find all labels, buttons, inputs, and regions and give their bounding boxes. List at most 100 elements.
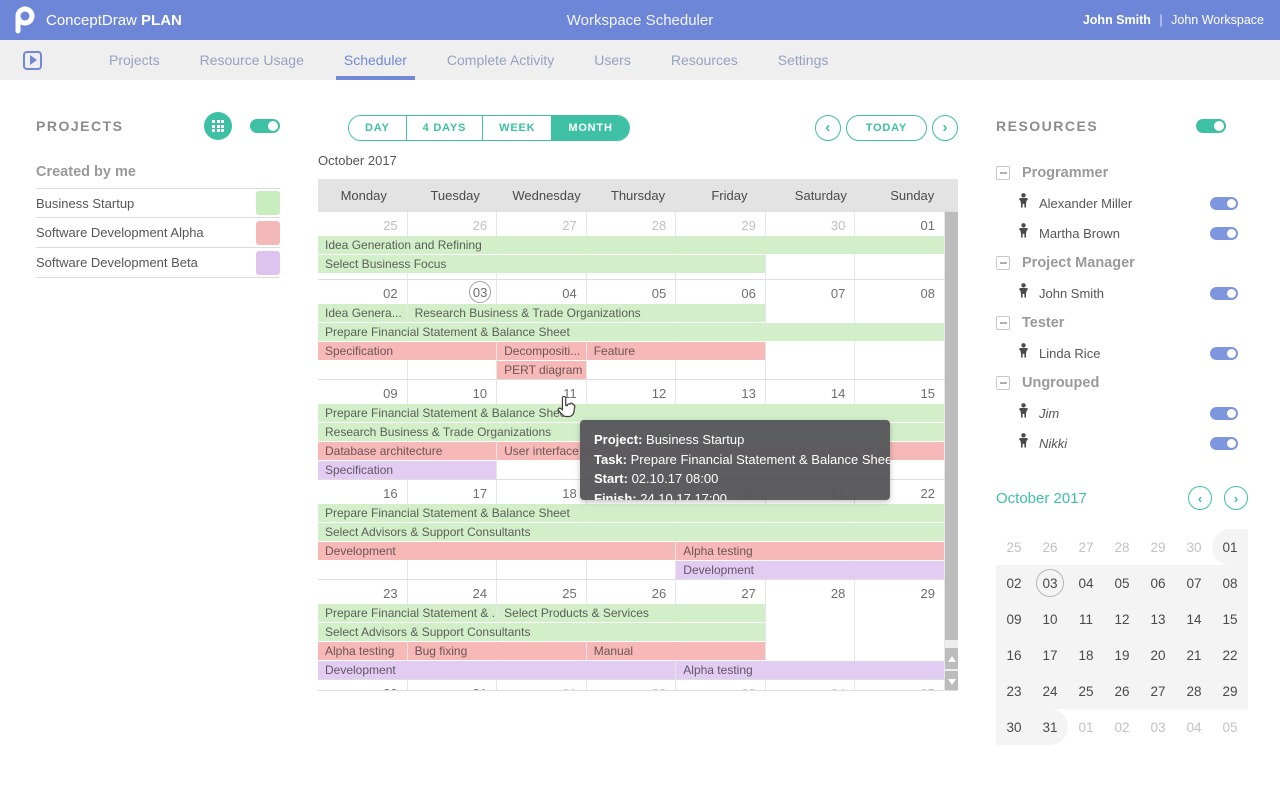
calendar-day-cell[interactable]: 31 (408, 680, 498, 690)
mini-calendar-day[interactable]: 16 (996, 637, 1032, 673)
nav-tab-scheduler[interactable]: Scheduler (324, 40, 427, 80)
calendar-scrollbar[interactable] (945, 212, 958, 691)
user-menu[interactable]: John Smith | John Workspace (1083, 13, 1264, 27)
project-row-business-startup[interactable]: Business Startup (36, 188, 280, 218)
task-bar-prepare-financial-statement[interactable]: Prepare Financial Statement & ... (318, 604, 496, 622)
mini-calendar-day[interactable]: 27 (1140, 673, 1176, 709)
collapse-icon[interactable] (996, 166, 1010, 180)
task-bar-database-architecture[interactable]: Database architecture (318, 442, 496, 460)
project-grid-button[interactable] (204, 112, 232, 140)
task-bar-specification[interactable]: Specification (318, 461, 496, 479)
today-button[interactable]: TODAY (846, 115, 927, 141)
mini-calendar-day[interactable]: 30 (996, 709, 1032, 745)
task-bar-select-products-services[interactable]: Select Products & Services (497, 604, 765, 622)
task-bar-decompositi[interactable]: Decompositi... (497, 342, 586, 360)
view-button-week[interactable]: WEEK (483, 116, 552, 140)
mini-calendar-day[interactable]: 15 (1212, 601, 1248, 637)
collapse-icon[interactable] (996, 316, 1010, 330)
mini-calendar-day[interactable]: 27 (1068, 529, 1104, 565)
projects-toggle[interactable] (250, 119, 280, 133)
resource-toggle-jim[interactable] (1210, 407, 1238, 420)
task-bar-select-advisors-support-consultants[interactable]: Select Advisors & Support Consultants (318, 623, 765, 641)
mini-calendar-prev-button[interactable]: ‹ (1188, 486, 1212, 510)
nav-tab-resources[interactable]: Resources (651, 40, 758, 80)
task-bar-alpha-testing[interactable]: Alpha testing (676, 542, 944, 560)
mini-calendar-day[interactable]: 02 (1104, 709, 1140, 745)
mini-calendar-day[interactable]: 24 (1032, 673, 1068, 709)
task-bar-development[interactable]: Development (318, 542, 675, 560)
next-period-button[interactable]: › (932, 115, 958, 141)
view-button-month[interactable]: MONTH (552, 116, 628, 140)
resource-toggle-alexander-miller[interactable] (1210, 197, 1238, 210)
mini-calendar-day[interactable]: 17 (1032, 637, 1068, 673)
resource-toggle-martha-brown[interactable] (1210, 227, 1238, 240)
scrollbar-thumb[interactable] (945, 212, 958, 640)
resources-toggle[interactable] (1196, 119, 1226, 133)
task-bar-pert-diagram[interactable]: PERT diagram (497, 361, 586, 379)
mini-calendar-day[interactable]: 04 (1176, 709, 1212, 745)
calendar-day-cell[interactable]: 05 (855, 680, 945, 690)
mini-calendar-day[interactable]: 31 (1032, 709, 1068, 745)
task-bar-research-business-trade-organizations[interactable]: Research Business & Trade Organizations (408, 304, 765, 322)
mini-calendar-day[interactable]: 25 (1068, 673, 1104, 709)
mini-calendar-day[interactable]: 28 (1104, 529, 1140, 565)
task-bar-bug-fixing[interactable]: Bug fixing (408, 642, 586, 660)
mini-calendar-today[interactable]: 03 (1032, 565, 1068, 601)
calendar-day-cell[interactable]: 04 (766, 680, 856, 690)
task-bar-alpha-testing[interactable]: Alpha testing (318, 642, 407, 660)
mini-calendar-day[interactable]: 01 (1068, 709, 1104, 745)
calendar-day-cell[interactable]: 30 (318, 680, 408, 690)
nav-tab-resource-usage[interactable]: Resource Usage (180, 40, 324, 80)
mini-calendar-day[interactable]: 26 (1032, 529, 1068, 565)
mini-calendar-day[interactable]: 26 (1104, 673, 1140, 709)
project-row-software-development-beta[interactable]: Software Development Beta (36, 248, 280, 278)
project-row-software-development-alpha[interactable]: Software Development Alpha (36, 218, 280, 248)
scroll-up-button[interactable] (945, 648, 958, 669)
mini-calendar-day[interactable]: 12 (1104, 601, 1140, 637)
resource-group-ungrouped[interactable]: Ungrouped (996, 368, 1244, 398)
workspace-name[interactable]: John Workspace (1171, 13, 1264, 27)
prev-period-button[interactable]: ‹ (815, 115, 841, 141)
mini-calendar-next-button[interactable]: › (1224, 486, 1248, 510)
mini-calendar-day[interactable]: 04 (1068, 565, 1104, 601)
resource-toggle-john-smith[interactable] (1210, 287, 1238, 300)
resource-toggle-nikki[interactable] (1210, 437, 1238, 450)
mini-calendar-day[interactable]: 07 (1176, 565, 1212, 601)
mini-calendar-day[interactable]: 23 (996, 673, 1032, 709)
collapse-icon[interactable] (996, 256, 1010, 270)
collapse-icon[interactable] (996, 376, 1010, 390)
task-bar-alpha-testing[interactable]: Alpha testing (676, 661, 944, 679)
task-bar-manual[interactable]: Manual (587, 642, 765, 660)
calendar-day-cell[interactable]: 02 (587, 680, 677, 690)
mini-calendar-day[interactable]: 03 (1140, 709, 1176, 745)
mini-calendar-day[interactable]: 28 (1176, 673, 1212, 709)
resource-group-project-manager[interactable]: Project Manager (996, 248, 1244, 278)
mini-calendar-day[interactable]: 08 (1212, 565, 1248, 601)
resource-toggle-linda-rice[interactable] (1210, 347, 1238, 360)
mini-calendar-day[interactable]: 02 (996, 565, 1032, 601)
view-button-4-days[interactable]: 4 DAYS (407, 116, 484, 140)
mini-calendar-day[interactable]: 20 (1140, 637, 1176, 673)
mini-calendar-day[interactable]: 11 (1068, 601, 1104, 637)
mini-calendar-day[interactable]: 01 (1212, 529, 1248, 565)
mini-calendar-day[interactable]: 14 (1176, 601, 1212, 637)
mini-calendar-day[interactable]: 10 (1032, 601, 1068, 637)
resource-group-programmer[interactable]: Programmer (996, 158, 1244, 188)
mini-calendar-day[interactable]: 05 (1212, 709, 1248, 745)
task-bar-prepare-financial-statement-balance-sheet[interactable]: Prepare Financial Statement & Balance Sh… (318, 323, 944, 341)
mini-calendar-day[interactable]: 29 (1140, 529, 1176, 565)
task-bar-development[interactable]: Development (676, 561, 944, 579)
task-bar-select-business-focus[interactable]: Select Business Focus (318, 255, 765, 273)
nav-tab-projects[interactable]: Projects (89, 40, 180, 80)
task-bar-select-advisors-support-consultants[interactable]: Select Advisors & Support Consultants (318, 523, 944, 541)
calendar-day-cell[interactable]: 01 (497, 680, 587, 690)
mini-calendar-day[interactable]: 09 (996, 601, 1032, 637)
task-bar-idea-generation-and-refining[interactable]: Idea Generation and Refining (318, 236, 944, 254)
mini-calendar-day[interactable]: 06 (1140, 565, 1176, 601)
mini-calendar-day[interactable]: 13 (1140, 601, 1176, 637)
mini-calendar-day[interactable]: 05 (1104, 565, 1140, 601)
resource-group-tester[interactable]: Tester (996, 308, 1244, 338)
nav-tab-settings[interactable]: Settings (758, 40, 849, 80)
task-bar-prepare-financial-statement-balance-sheet[interactable]: Prepare Financial Statement & Balance Sh… (318, 504, 944, 522)
task-bar-specification[interactable]: Specification (318, 342, 496, 360)
